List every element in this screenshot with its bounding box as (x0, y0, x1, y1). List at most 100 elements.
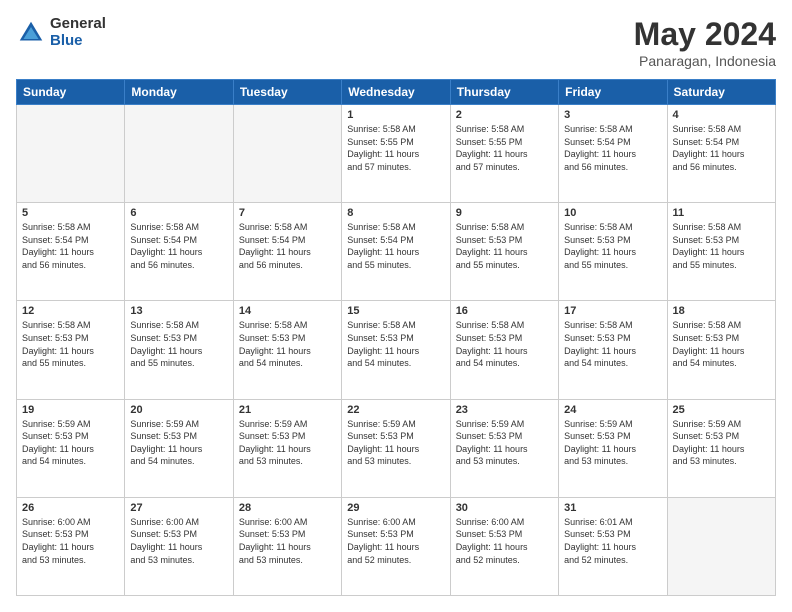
calendar-cell: 24Sunrise: 5:59 AM Sunset: 5:53 PM Dayli… (559, 399, 667, 497)
subtitle: Panaragan, Indonesia (634, 53, 776, 69)
calendar-cell: 26 Sunrise: 6:00 AM Sunset: 5:53 PM Dayli… (17, 497, 125, 595)
main-title: May 2024 (634, 16, 776, 53)
day-number: 30 (456, 502, 553, 514)
day-info: Sunrise: 5:58 AM Sunset: 5:54 PM Dayligh… (22, 221, 119, 271)
day-info: Sunrise: 6:00 AM Sunset: 5:53 PM Dayligh… (456, 516, 553, 566)
day-info: Sunrise: 6:00 AM Sunset: 5:53 PM Dayligh… (347, 516, 444, 566)
calendar-cell (233, 105, 341, 203)
day-number: 25 (673, 404, 770, 416)
day-number: 4 (673, 109, 770, 121)
week-row-3: 19 Sunrise: 5:59 AM Sunset: 5:53 PM Dayli… (17, 399, 776, 497)
day-info: Sunrise: 5:58 AM Sunset: 5:53 PM Dayligh… (22, 319, 119, 369)
day-info: Sunrise: 5:58 AM Sunset: 5:54 PM Dayligh… (564, 123, 661, 173)
day-number: 21 (239, 404, 336, 416)
logo-blue: Blue (50, 33, 106, 50)
calendar-cell: 17 Sunrise: 5:58 AM Sunset: 5:53 PM Dayli… (559, 301, 667, 399)
weekday-header-monday: Monday (125, 80, 233, 105)
day-number: 5 (22, 207, 119, 219)
logo-text: General Blue (50, 16, 106, 49)
day-number: 27 (130, 502, 227, 514)
title-area: May 2024 Panaragan, Indonesia (634, 16, 776, 69)
calendar-cell: 7 Sunrise: 5:58 AM Sunset: 5:54 PM Daylig… (233, 203, 341, 301)
calendar-cell (17, 105, 125, 203)
weekday-header-row: SundayMondayTuesdayWednesdayThursdayFrid… (17, 80, 776, 105)
day-info: Sunrise: 5:58 AM Sunset: 5:55 PM Dayligh… (347, 123, 444, 173)
day-info: Sunrise: 5:58 AM Sunset: 5:53 PM Dayligh… (456, 319, 553, 369)
day-number: 17 (564, 305, 661, 317)
calendar-cell: 11 Sunrise: 5:58 AM Sunset: 5:53 PM Dayli… (667, 203, 775, 301)
calendar-cell: 9 Sunrise: 5:58 AM Sunset: 5:53 PM Daylig… (450, 203, 558, 301)
day-info: Sunrise: 5:58 AM Sunset: 5:53 PM Dayligh… (456, 221, 553, 271)
calendar-body: 1 Sunrise: 5:58 AM Sunset: 5:55 PM Daylig… (17, 105, 776, 596)
calendar-cell: 2 Sunrise: 5:58 AM Sunset: 5:55 PM Daylig… (450, 105, 558, 203)
day-number: 3 (564, 109, 661, 121)
calendar-cell: 3 Sunrise: 5:58 AM Sunset: 5:54 PM Daylig… (559, 105, 667, 203)
header: General Blue May 2024 Panaragan, Indones… (16, 16, 776, 69)
day-info: Sunrise: 5:58 AM Sunset: 5:53 PM Dayligh… (673, 319, 770, 369)
week-row-0: 1 Sunrise: 5:58 AM Sunset: 5:55 PM Daylig… (17, 105, 776, 203)
calendar-cell: 13Sunrise: 5:58 AM Sunset: 5:53 PM Dayli… (125, 301, 233, 399)
day-info: Sunrise: 5:58 AM Sunset: 5:53 PM Dayligh… (130, 319, 227, 369)
day-number: 11 (673, 207, 770, 219)
day-info: Sunrise: 5:58 AM Sunset: 5:54 PM Dayligh… (347, 221, 444, 271)
calendar-cell: 22Sunrise: 5:59 AM Sunset: 5:53 PM Dayli… (342, 399, 450, 497)
day-info: Sunrise: 5:59 AM Sunset: 5:53 PM Dayligh… (130, 418, 227, 468)
logo-icon (16, 18, 46, 48)
week-row-2: 12Sunrise: 5:58 AM Sunset: 5:53 PM Dayli… (17, 301, 776, 399)
calendar-cell: 30 Sunrise: 6:00 AM Sunset: 5:53 PM Dayli… (450, 497, 558, 595)
day-number: 20 (130, 404, 227, 416)
day-number: 1 (347, 109, 444, 121)
calendar-cell: 25Sunrise: 5:59 AM Sunset: 5:53 PM Dayli… (667, 399, 775, 497)
calendar-cell: 10 Sunrise: 5:58 AM Sunset: 5:53 PM Dayli… (559, 203, 667, 301)
calendar-cell: 16 Sunrise: 5:58 AM Sunset: 5:53 PM Dayli… (450, 301, 558, 399)
week-row-1: 5 Sunrise: 5:58 AM Sunset: 5:54 PM Daylig… (17, 203, 776, 301)
day-info: Sunrise: 5:58 AM Sunset: 5:53 PM Dayligh… (564, 221, 661, 271)
calendar-cell: 28Sunrise: 6:00 AM Sunset: 5:53 PM Dayli… (233, 497, 341, 595)
weekday-header-tuesday: Tuesday (233, 80, 341, 105)
day-info: Sunrise: 6:00 AM Sunset: 5:53 PM Dayligh… (130, 516, 227, 566)
calendar-cell: 5 Sunrise: 5:58 AM Sunset: 5:54 PM Daylig… (17, 203, 125, 301)
page: General Blue May 2024 Panaragan, Indones… (0, 0, 792, 612)
calendar-cell: 14Sunrise: 5:58 AM Sunset: 5:53 PM Dayli… (233, 301, 341, 399)
day-number: 31 (564, 502, 661, 514)
day-info: Sunrise: 5:58 AM Sunset: 5:53 PM Dayligh… (347, 319, 444, 369)
calendar-cell: 19Sunrise: 5:59 AM Sunset: 5:53 PM Dayli… (17, 399, 125, 497)
calendar-cell: 23Sunrise: 5:59 AM Sunset: 5:53 PM Dayli… (450, 399, 558, 497)
calendar-cell: 15 Sunrise: 5:58 AM Sunset: 5:53 PM Dayli… (342, 301, 450, 399)
calendar-cell: 20 Sunrise: 5:59 AM Sunset: 5:53 PM Dayli… (125, 399, 233, 497)
day-info: Sunrise: 5:58 AM Sunset: 5:53 PM Dayligh… (239, 319, 336, 369)
day-info: Sunrise: 5:58 AM Sunset: 5:55 PM Dayligh… (456, 123, 553, 173)
day-number: 26 (22, 502, 119, 514)
day-number: 9 (456, 207, 553, 219)
day-info: Sunrise: 5:58 AM Sunset: 5:54 PM Dayligh… (130, 221, 227, 271)
calendar-cell: 31 Sunrise: 6:01 AM Sunset: 5:53 PM Dayli… (559, 497, 667, 595)
day-info: Sunrise: 5:58 AM Sunset: 5:53 PM Dayligh… (673, 221, 770, 271)
day-info: Sunrise: 5:59 AM Sunset: 5:53 PM Dayligh… (456, 418, 553, 468)
weekday-header-wednesday: Wednesday (342, 80, 450, 105)
day-info: Sunrise: 5:58 AM Sunset: 5:54 PM Dayligh… (239, 221, 336, 271)
day-number: 19 (22, 404, 119, 416)
weekday-header-friday: Friday (559, 80, 667, 105)
day-info: Sunrise: 5:58 AM Sunset: 5:54 PM Dayligh… (673, 123, 770, 173)
day-number: 6 (130, 207, 227, 219)
day-number: 15 (347, 305, 444, 317)
day-info: Sunrise: 6:00 AM Sunset: 5:53 PM Dayligh… (22, 516, 119, 566)
day-number: 8 (347, 207, 444, 219)
calendar-table: SundayMondayTuesdayWednesdayThursdayFrid… (16, 79, 776, 596)
day-info: Sunrise: 5:58 AM Sunset: 5:53 PM Dayligh… (564, 319, 661, 369)
day-info: Sunrise: 5:59 AM Sunset: 5:53 PM Dayligh… (564, 418, 661, 468)
day-number: 16 (456, 305, 553, 317)
calendar-cell: 12Sunrise: 5:58 AM Sunset: 5:53 PM Dayli… (17, 301, 125, 399)
day-number: 29 (347, 502, 444, 514)
day-number: 10 (564, 207, 661, 219)
calendar-cell (667, 497, 775, 595)
weekday-header-thursday: Thursday (450, 80, 558, 105)
calendar-cell: 4 Sunrise: 5:58 AM Sunset: 5:54 PM Daylig… (667, 105, 775, 203)
logo-general: General (50, 16, 106, 33)
day-info: Sunrise: 6:00 AM Sunset: 5:53 PM Dayligh… (239, 516, 336, 566)
day-number: 7 (239, 207, 336, 219)
calendar-cell: 1 Sunrise: 5:58 AM Sunset: 5:55 PM Daylig… (342, 105, 450, 203)
day-number: 2 (456, 109, 553, 121)
calendar-cell (125, 105, 233, 203)
day-info: Sunrise: 6:01 AM Sunset: 5:53 PM Dayligh… (564, 516, 661, 566)
